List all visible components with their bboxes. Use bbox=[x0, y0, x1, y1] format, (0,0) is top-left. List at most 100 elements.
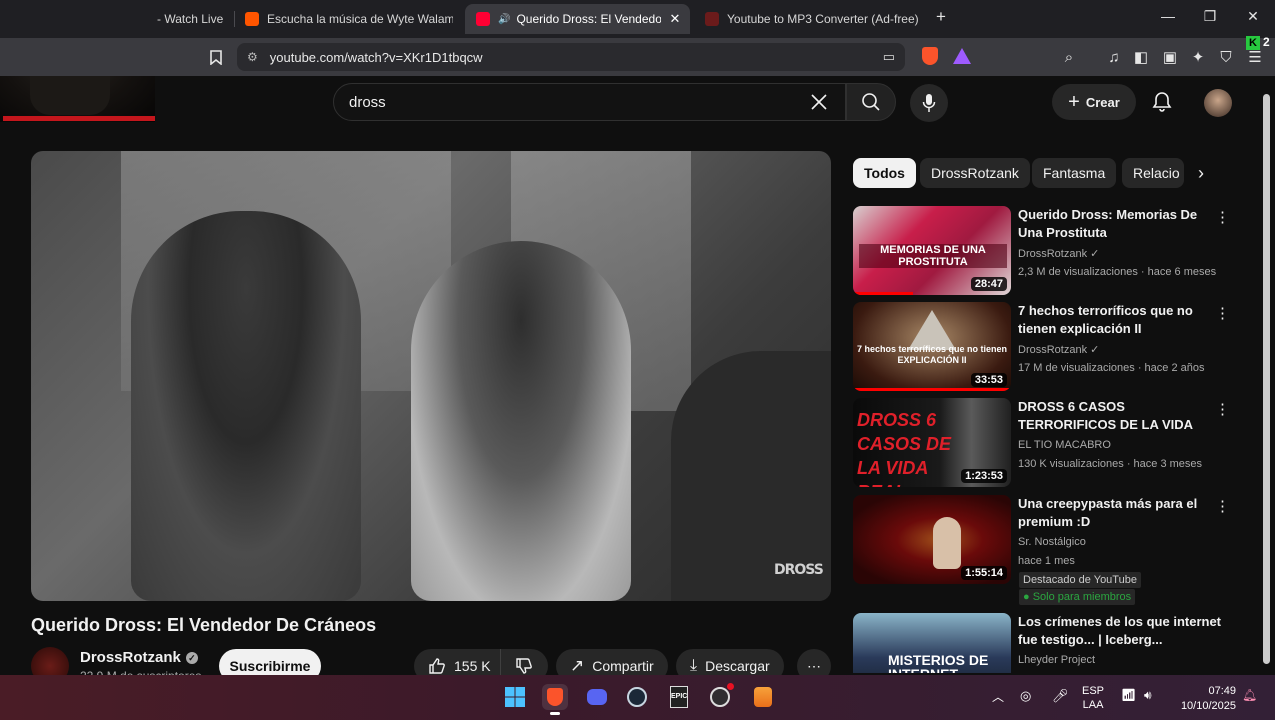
tab-label: - Watch Live bbox=[157, 12, 224, 26]
tab-mp3-converter[interactable]: Youtube to MP3 Converter (Ad-free) bbox=[705, 4, 920, 34]
account-avatar[interactable] bbox=[1204, 89, 1232, 117]
vpn-icon[interactable]: ⛉ bbox=[1216, 47, 1236, 67]
chevron-right-icon[interactable]: › bbox=[1198, 163, 1204, 184]
epic-games-icon[interactable]: EPIC bbox=[666, 684, 692, 710]
chip-relacionado[interactable]: Relacio bbox=[1122, 158, 1184, 188]
thumbs-down-icon bbox=[516, 658, 532, 674]
search-query: dross bbox=[349, 93, 386, 111]
webcam-red-bar bbox=[3, 116, 161, 121]
tab-search-icon[interactable]: ⌕ bbox=[1059, 47, 1079, 67]
tab-querido-dross[interactable]: 🔊 Querido Dross: El Vendedor De ✕ bbox=[465, 4, 690, 34]
download-icon: ⤓ bbox=[690, 657, 698, 674]
chip-todos[interactable]: Todos bbox=[853, 158, 916, 188]
chip-dross[interactable]: DrossRotzank bbox=[920, 158, 1030, 188]
new-tab-button[interactable]: + bbox=[930, 7, 952, 27]
leo-ai-icon[interactable]: ✦ bbox=[1188, 47, 1208, 67]
clock-date: 10/10/2025 bbox=[1180, 700, 1236, 712]
address-bar[interactable]: ⚙ youtube.com/watch?v=XKr1D1tbqcw ▭ bbox=[237, 43, 905, 71]
video-title: Una creepypasta más para el premium :D bbox=[1018, 496, 1198, 529]
wallet-icon[interactable]: ▣ bbox=[1160, 47, 1180, 67]
verified-icon: ✓ bbox=[1090, 344, 1100, 356]
page-scrollbar[interactable] bbox=[1262, 86, 1271, 672]
verified-icon: ✓ bbox=[185, 651, 198, 664]
clear-search-icon[interactable] bbox=[809, 92, 829, 116]
more-options-icon[interactable]: ⋮ bbox=[1215, 400, 1230, 418]
clock-time: 07:49 bbox=[1208, 685, 1236, 697]
thumbs-up-icon bbox=[429, 658, 445, 674]
create-button[interactable]: + Crear bbox=[1052, 84, 1136, 120]
steam-icon[interactable] bbox=[624, 684, 650, 710]
video-player[interactable] bbox=[31, 151, 831, 601]
menu-icon[interactable]: ☰ bbox=[1245, 47, 1265, 67]
thumbnail-text: 7 hechos terroríficos que no tienen EXPL… bbox=[856, 344, 1008, 365]
search-input[interactable]: dross bbox=[333, 83, 846, 121]
tab-label: Escucha la música de Wyte Walam | D bbox=[267, 12, 453, 26]
video-thumbnail[interactable]: MEMORIAS DE UNA PROSTITUTA 28:47 bbox=[853, 206, 1011, 295]
brave-taskbar-icon[interactable] bbox=[542, 684, 568, 710]
microphone-tray-icon[interactable]: 🎤︎ bbox=[1052, 688, 1069, 704]
close-window-button[interactable]: ✕ bbox=[1242, 8, 1264, 25]
video-thumbnail[interactable]: 7 hechos terroríficos que no tienen EXPL… bbox=[853, 302, 1011, 391]
brave-rewards-icon[interactable] bbox=[952, 46, 972, 66]
video-thumbnail[interactable]: 1:55:14 bbox=[853, 495, 1011, 584]
media-controls-icon[interactable]: ♫ bbox=[1104, 47, 1124, 67]
recommendation-item[interactable]: 7 hechos terroríficos que no tienen EXPL… bbox=[853, 302, 1243, 392]
video-thumbnail[interactable]: MISTERIOS DE INTERNET bbox=[853, 613, 1011, 673]
site-settings-icon[interactable]: ⚙ bbox=[247, 50, 258, 64]
video-title: Los crímenes de los que internet fue tes… bbox=[1018, 614, 1221, 647]
video-meta: 17 M de visualizaciones · hace 2 años bbox=[1018, 362, 1205, 374]
brave-shields-icon[interactable] bbox=[920, 46, 940, 66]
close-tab-icon[interactable]: ✕ bbox=[669, 11, 680, 27]
recommendation-item[interactable]: 1:55:14 Una creepypasta más para el prem… bbox=[853, 495, 1243, 607]
youtube-icon bbox=[476, 12, 490, 26]
cast-icon[interactable]: ▭ bbox=[883, 49, 895, 65]
windows-start-icon[interactable] bbox=[502, 684, 528, 710]
scrollbar-thumb[interactable] bbox=[1263, 94, 1270, 664]
create-label: Crear bbox=[1085, 94, 1120, 110]
video-frame-person bbox=[411, 241, 631, 601]
voice-search-button[interactable] bbox=[910, 84, 948, 122]
search-icon bbox=[862, 93, 880, 111]
fl-studio-icon[interactable] bbox=[750, 684, 776, 710]
bookmark-icon[interactable] bbox=[206, 47, 226, 67]
wifi-icon[interactable]: 📶︎ bbox=[1121, 688, 1136, 702]
recommendation-item[interactable]: MISTERIOS DE INTERNET Los crímenes de lo… bbox=[853, 613, 1243, 673]
system-clock[interactable]: 07:49 10/10/2025 bbox=[1172, 684, 1236, 714]
more-options-icon[interactable]: ⋮ bbox=[1215, 208, 1230, 226]
video-duration: 1:23:53 bbox=[961, 469, 1007, 483]
video-duration: 1:55:14 bbox=[961, 566, 1007, 580]
recommendation-item[interactable]: MEMORIAS DE UNA PROSTITUTA 28:47 Querido… bbox=[853, 206, 1243, 296]
obs-icon[interactable] bbox=[707, 683, 734, 710]
chip-fantasma[interactable]: Fantasma bbox=[1032, 158, 1117, 188]
more-options-icon[interactable]: ⋮ bbox=[1215, 497, 1230, 515]
channel-name: DrossRotzank ✓ bbox=[1018, 248, 1100, 260]
microphone-icon bbox=[922, 94, 936, 112]
tab-watch-live[interactable]: - Watch Live bbox=[157, 4, 229, 34]
watch-progress bbox=[853, 388, 1011, 391]
soundcloud-icon bbox=[245, 12, 259, 26]
channel-name[interactable]: DrossRotzank ✓ bbox=[80, 649, 198, 666]
recommendation-item[interactable]: DROSS 6 CASOS DE LA VIDA REAL 1:23:53 DR… bbox=[853, 398, 1243, 488]
maximize-button[interactable]: ❐ bbox=[1199, 8, 1221, 25]
minimize-button[interactable]: — bbox=[1157, 8, 1179, 24]
download-label: Descargar bbox=[705, 658, 770, 674]
search-button[interactable] bbox=[846, 83, 896, 121]
chevron-up-icon[interactable]: ︿ bbox=[992, 688, 1004, 705]
sidebar-icon[interactable]: ◧ bbox=[1131, 47, 1151, 67]
channel-name: DrossRotzank ✓ bbox=[1018, 344, 1100, 356]
tab-soundcloud[interactable]: Escucha la música de Wyte Walam | D bbox=[245, 4, 453, 34]
thumbnail-text: MEMORIAS DE UNA PROSTITUTA bbox=[859, 244, 1007, 268]
video-duration: 33:53 bbox=[970, 373, 1007, 387]
discord-icon[interactable] bbox=[584, 684, 610, 710]
volume-icon[interactable]: 🔊︎ bbox=[1144, 688, 1152, 703]
channel-name-text: DrossRotzank bbox=[80, 649, 181, 666]
notifications-icon[interactable] bbox=[1152, 91, 1172, 118]
notification-bell-icon[interactable]: 🔔︎ bbox=[1242, 688, 1257, 702]
video-thumbnail[interactable]: DROSS 6 CASOS DE LA VIDA REAL 1:23:53 bbox=[853, 398, 1011, 487]
antivirus-tray-icon[interactable]: ◎ bbox=[1020, 688, 1031, 704]
extension-k-icon[interactable]: K bbox=[1246, 36, 1260, 50]
video-watermark: DROSS bbox=[774, 562, 824, 578]
language-indicator[interactable]: ESP LAA bbox=[1082, 684, 1104, 712]
more-icon: ⋯ bbox=[807, 657, 821, 674]
more-options-icon[interactable]: ⋮ bbox=[1215, 304, 1230, 322]
